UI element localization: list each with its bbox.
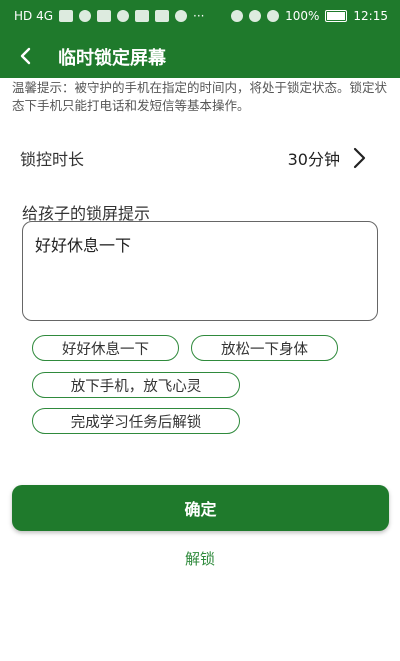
confirm-button[interactable]: 确定 [12, 485, 389, 531]
page-title: 临时锁定屏幕 [58, 48, 166, 69]
battery-percent: 100% [285, 9, 320, 23]
title-bar: 临时锁定屏幕 [0, 34, 400, 78]
preset-chip[interactable]: 好好休息一下 [32, 335, 179, 361]
preset-chip[interactable]: 放下手机，放飞心灵 [32, 372, 240, 398]
back-button[interactable] [10, 40, 42, 72]
eye-icon [231, 10, 244, 22]
image-icon [155, 10, 170, 22]
clock-time: 12:15 [353, 9, 388, 23]
more-icon: ··· [193, 9, 205, 23]
status-left: HD 4G ··· [14, 9, 204, 23]
preset-chip[interactable]: 完成学习任务后解锁 [32, 408, 240, 434]
wifi-icon [79, 10, 92, 22]
network-type-text: HD 4G [14, 9, 54, 23]
lock-duration-row[interactable]: 锁控时长 30分钟 [20, 140, 380, 176]
browser-icon [135, 10, 150, 22]
battery-icon [325, 10, 348, 22]
lock-message-input[interactable]: 好好休息一下 [22, 221, 378, 321]
tiktok-icon [175, 10, 188, 22]
lock-duration-value: 30分钟 [287, 150, 340, 169]
status-right: 100% 12:15 [231, 9, 388, 23]
unlock-link[interactable]: 解锁 [0, 548, 400, 569]
signal-icon [59, 10, 74, 22]
cloud-icon [117, 10, 130, 22]
speed-icon [267, 10, 280, 22]
alarm-icon [249, 10, 262, 22]
status-bar: HD 4G ··· 100% 12:15 [0, 0, 400, 34]
app-header: HD 4G ··· 100% 12:15 临时锁定屏幕 [0, 0, 400, 78]
preset-chip[interactable]: 放松一下身体 [191, 335, 338, 361]
chevron-right-icon [353, 147, 366, 169]
lock-duration-label: 锁控时长 [20, 150, 85, 169]
warm-tip-text: 温馨提示：被守护的手机在指定的时间内，将处于锁定状态。锁定状态下手机只能打电话和… [12, 80, 388, 113]
app-notification-icon [97, 10, 112, 22]
chevron-left-icon [20, 47, 31, 65]
